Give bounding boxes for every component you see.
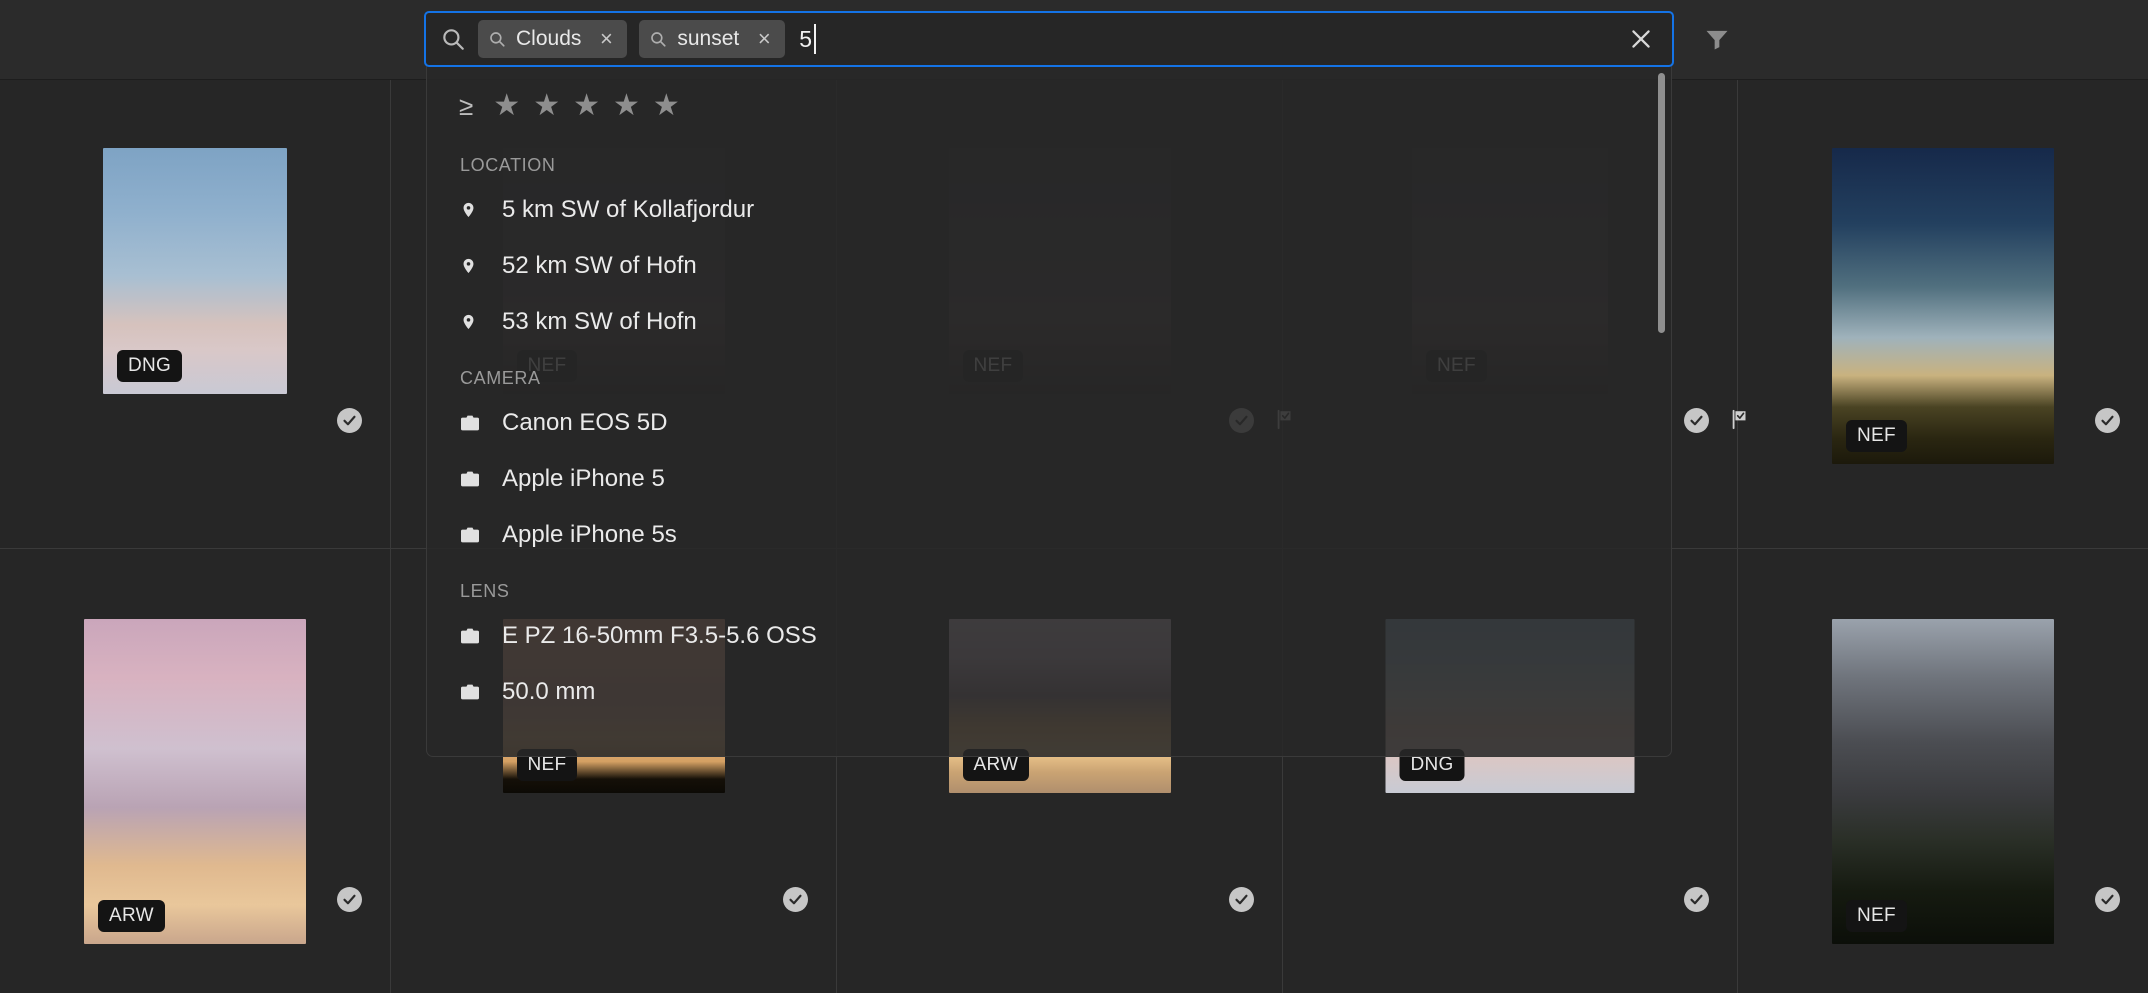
star-icon[interactable]: ★ (493, 91, 520, 121)
camera-icon (460, 414, 490, 432)
camera-icon (460, 627, 490, 645)
suggestion-item-lens[interactable]: 50.0 mm (427, 664, 1671, 720)
star-icon[interactable]: ★ (533, 91, 560, 121)
section-header-lens: LENS (460, 581, 510, 601)
select-checkbox[interactable] (337, 408, 362, 433)
greater-or-equal-icon: ≥ (459, 91, 474, 121)
remove-token-icon[interactable]: × (751, 26, 777, 52)
suggestion-label: 50.0 mm (502, 678, 596, 705)
camera-icon (460, 470, 490, 488)
search-icon (440, 26, 466, 52)
clear-search-button[interactable] (1624, 22, 1658, 56)
photo-thumbnail[interactable]: DNG (103, 148, 287, 394)
text-cursor (814, 24, 817, 54)
suggestion-label: Apple iPhone 5 (502, 465, 665, 492)
suggestion-item-camera[interactable]: Apple iPhone 5s (427, 507, 1671, 563)
section-header-camera: CAMERA (460, 368, 541, 388)
select-checkbox[interactable] (1684, 408, 1709, 433)
photo-thumbnail[interactable]: NEF (1832, 148, 2054, 464)
select-checkbox[interactable] (337, 887, 362, 912)
photo-cell[interactable]: DNG (0, 80, 391, 548)
file-format-badge: ARW (98, 900, 165, 932)
photo-cell[interactable]: ARW (0, 549, 391, 993)
star-icon[interactable]: ★ (653, 91, 680, 121)
suggestion-label: E PZ 16-50mm F3.5-5.6 OSS (502, 622, 817, 649)
file-format-badge: NEF (1846, 420, 1907, 452)
search-token-clouds[interactable]: Clouds × (478, 20, 628, 58)
scrollbar-thumb[interactable] (1658, 73, 1665, 333)
suggestion-label: 53 km SW of Hofn (502, 308, 697, 335)
select-checkbox[interactable] (1684, 887, 1709, 912)
search-suggestions-dropdown: ≥ ★ ★ ★ ★ ★ LOCATION 5 km SW of Kollafjo… (426, 63, 1672, 757)
map-pin-icon (460, 255, 490, 277)
photo-thumbnail[interactable]: NEF (1832, 619, 2054, 944)
suggestion-label: 5 km SW of Kollafjordur (502, 196, 755, 223)
suggestion-label: Apple iPhone 5s (502, 521, 677, 548)
file-format-badge: NEF (1846, 900, 1907, 932)
photo-cell[interactable]: NEF (1738, 549, 2148, 993)
suggestion-label: 52 km SW of Hofn (502, 252, 697, 279)
rating-filter-row[interactable]: ≥ ★ ★ ★ ★ ★ (427, 63, 1671, 137)
suggestion-item-location[interactable]: 53 km SW of Hofn (427, 294, 1671, 350)
suggestion-item-location[interactable]: 5 km SW of Kollafjordur (427, 182, 1671, 238)
photo-thumbnail[interactable]: ARW (84, 619, 306, 944)
filter-button[interactable] (1700, 22, 1734, 56)
suggestion-item-camera[interactable]: Canon EOS 5D (427, 395, 1671, 451)
star-icon[interactable]: ★ (573, 91, 600, 121)
dropdown-scrollbar[interactable] (1658, 71, 1665, 747)
select-checkbox[interactable] (2095, 887, 2120, 912)
search-icon (488, 30, 506, 48)
suggestion-item-camera[interactable]: Apple iPhone 5 (427, 451, 1671, 507)
search-token-label: Clouds (516, 27, 582, 50)
select-checkbox[interactable] (2095, 408, 2120, 433)
camera-icon (460, 683, 490, 701)
search-token-label: sunset (677, 27, 740, 50)
photo-cell[interactable]: NEF (1738, 80, 2148, 548)
map-pin-icon (460, 199, 490, 221)
select-checkbox[interactable] (1229, 887, 1254, 912)
search-input-text: 5 (799, 25, 813, 52)
search-icon (649, 30, 667, 48)
camera-icon (460, 526, 490, 544)
file-format-badge: DNG (117, 350, 183, 382)
select-checkbox[interactable] (783, 887, 808, 912)
suggestion-item-lens[interactable]: E PZ 16-50mm F3.5-5.6 OSS (427, 608, 1671, 664)
remove-token-icon[interactable]: × (593, 26, 619, 52)
suggestion-label: Canon EOS 5D (502, 409, 668, 436)
suggestion-item-location[interactable]: 52 km SW of Hofn (427, 238, 1671, 294)
section-header-location: LOCATION (460, 155, 556, 175)
star-icon[interactable]: ★ (613, 91, 640, 121)
search-token-sunset[interactable]: sunset × (639, 20, 786, 58)
search-field[interactable]: Clouds × sunset × 5 (424, 11, 1674, 67)
map-pin-icon (460, 311, 490, 333)
search-input[interactable]: 5 (799, 24, 817, 54)
